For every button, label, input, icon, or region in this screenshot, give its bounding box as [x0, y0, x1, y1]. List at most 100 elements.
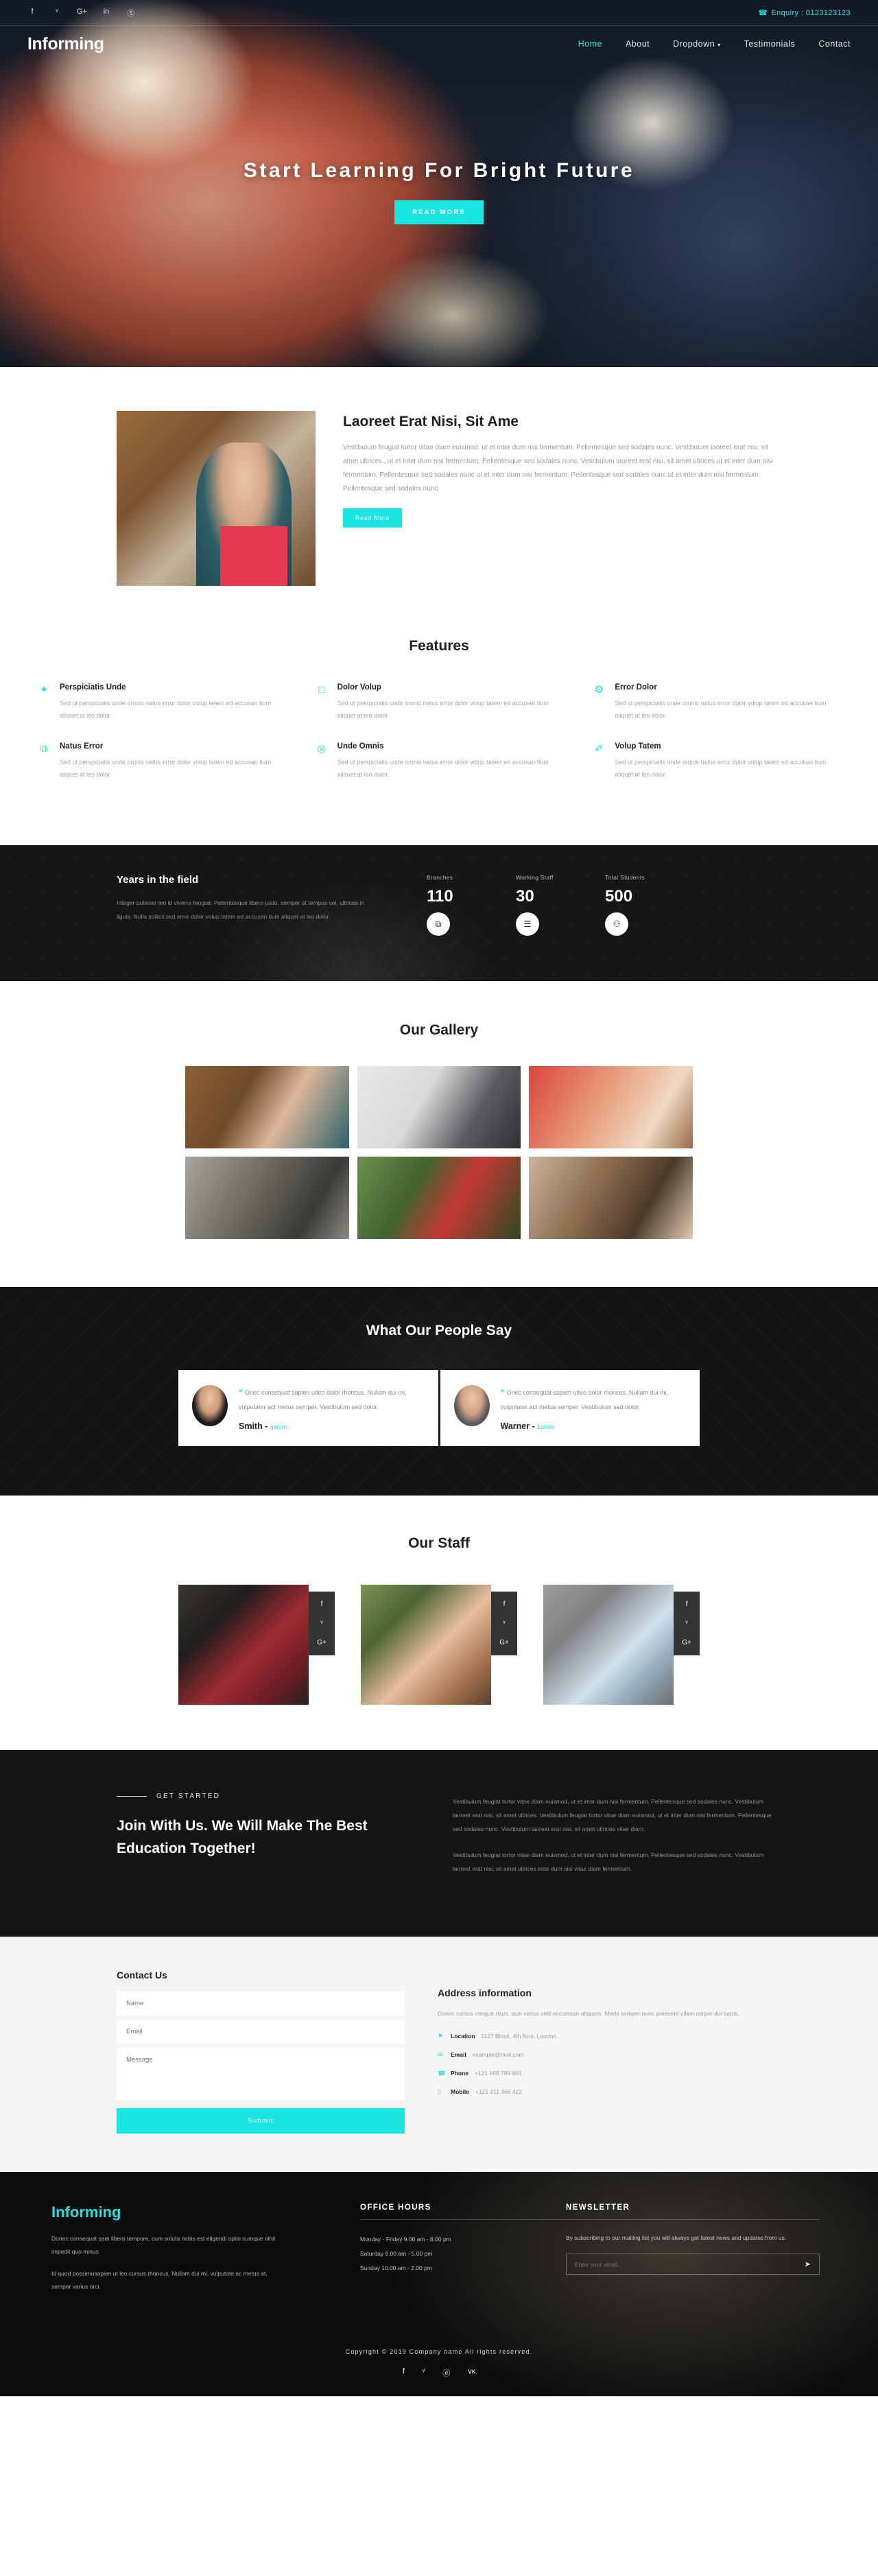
brush-icon: ✐ [595, 743, 604, 755]
address-title: Address information [438, 1987, 532, 1999]
phone-icon: ☎ [438, 2069, 446, 2077]
twitter-icon[interactable]: ᵛ [320, 1620, 322, 1627]
newsletter-send-icon[interactable]: ➤ [805, 2260, 811, 2269]
about-text: Vestibulum feugiat tortor vitae diam eui… [343, 444, 773, 493]
mobile-icon: ▯ [438, 2088, 441, 2095]
feature-item: ⚙ Error Dolor Sed ut perspiciatis unde o… [593, 683, 840, 722]
google-plus-icon[interactable]: G+ [317, 1639, 327, 1646]
gallery-item[interactable] [529, 1157, 693, 1240]
gallery-item[interactable] [529, 1066, 693, 1149]
divider [566, 2219, 820, 2221]
stats-right: Branches 110 ⧉ Working Staff 30 ☰ Total … [412, 874, 782, 936]
address-label: Phone [451, 2069, 468, 2077]
address-value[interactable]: example@mail.com [473, 2051, 524, 2058]
contact-form-block: Contact Us Submit [117, 1970, 405, 2134]
stat-item: Total Students 500 ⚇ [605, 874, 663, 936]
testimonials-title: What Our People Say [366, 1323, 512, 1339]
users-icon: ⚇ [605, 912, 628, 936]
feature-title: Natus Error [60, 742, 104, 751]
email-icon: ✉ [438, 2051, 443, 2058]
twitter-icon[interactable]: ᵛ [685, 1620, 687, 1627]
footer: Informing Donec consequat sam libero tem… [0, 2172, 878, 2396]
office-hours-line: Saturday 9.00 am - 5.00 pm [360, 2249, 433, 2257]
stats-section: Years in the field Integer pulvinar leo … [0, 845, 878, 982]
staff-section: Our Staff f ᵛ G+ f ᵛ G+ f ᵛ G+ [0, 1496, 878, 1750]
testimonial-body: ❝ Onec consequat sapien utleo dolor rhonc… [501, 1385, 687, 1413]
features-section: Features ✦ Perspiciatis Unde Sed ut pers… [0, 626, 878, 845]
google-plus-icon[interactable]: G+ [682, 1639, 691, 1646]
footer-newsletter: NEWSLETTER By subscribing to our mailing… [566, 2203, 820, 2303]
footer-social: f ᵛ ⓓ ᴠᴋ [0, 2367, 878, 2378]
newsletter-title: NEWSLETTER [566, 2203, 630, 2212]
avatar [453, 1385, 490, 1427]
gallery-grid [185, 1066, 693, 1240]
stat-item: Working Staff 30 ☰ [516, 874, 573, 936]
staff-social: f ᵛ G+ [309, 1592, 335, 1656]
feature-text: Sed ut perspiciatis unde omnis natus err… [337, 700, 549, 719]
footer-about-text-2: Id quod possimusapien ut leo cursus rhon… [51, 2270, 268, 2291]
get-started-para-1: Vestibulum feugiat tortor vitae diam eui… [453, 1798, 772, 1833]
facebook-icon[interactable]: f [686, 1600, 688, 1608]
gallery-item[interactable] [357, 1157, 521, 1240]
features-grid: ✦ Perspiciatis Unde Sed ut perspiciatis … [0, 683, 878, 801]
vk-icon[interactable]: ᴠᴋ [468, 2367, 475, 2378]
address-value: +121 568 789 901 [474, 2069, 522, 2077]
newsletter-email-input[interactable] [575, 2260, 799, 2268]
address-label: Email [451, 2051, 466, 2058]
stat-label: Working Staff [516, 874, 554, 882]
twitter-icon[interactable]: ᵛ [503, 1620, 505, 1627]
staff-title: Our Staff [408, 1535, 470, 1552]
feature-title: Volup Tatem [615, 742, 661, 751]
about-read-more-button[interactable]: Read More [343, 508, 402, 528]
address-label: Mobile [451, 2088, 469, 2095]
testimonial-text: Onec consequat sapien utleo dolor rhoncu… [239, 1389, 407, 1410]
address-block: Address information Donec cursus congue … [438, 1970, 782, 2134]
facebook-icon[interactable]: f [403, 2367, 405, 2378]
gallery-title: Our Gallery [399, 1022, 479, 1039]
name-input[interactable] [117, 1992, 405, 2016]
feature-item: □ Dolor Volup Sed ut perspiciatis unde o… [316, 683, 563, 722]
feature-text: Sed ut perspiciatis unde omnis natus err… [60, 700, 272, 719]
footer-logo[interactable]: Informing [51, 2203, 360, 2221]
testimonials-section: What Our People Say ❝ Onec consequat sapi… [0, 1287, 878, 1496]
address-item-email: ✉ Email example@mail.com [438, 2051, 782, 2059]
target-icon: ◎ [317, 743, 327, 755]
newsletter-text: By subscribing to our mailing list you w… [566, 2234, 787, 2242]
feature-title: Error Dolor [615, 683, 657, 692]
address-item-location: ⚑ Location 1127 Block, 4th floor, London… [438, 2033, 782, 2040]
about-title: Laoreet Erat Nisi, Sit Ame [343, 414, 519, 429]
get-started-para-2: Vestibulum feugiat tortor vitae diam eui… [453, 1852, 764, 1873]
staff-card: f ᵛ G+ [361, 1585, 517, 1705]
footer-about-text-1: Donec consequat sam libero tempore, cum … [51, 2235, 276, 2255]
get-started-heading: Join With Us. We Will Make The Best Educ… [117, 1818, 368, 1856]
twitter-icon[interactable]: ᵛ [423, 2367, 425, 2378]
testimonial-body: ❝ Onec consequat sapien utleo dolor rhonc… [239, 1385, 425, 1413]
testimonial-card: ❝ Onec consequat sapien utleo dolor rhonc… [178, 1370, 438, 1447]
get-started-left: GET STARTED Join With Us. We Will Make T… [117, 1793, 412, 1889]
email-input[interactable] [117, 2020, 405, 2044]
testimonial-role: Ipsum [270, 1423, 287, 1431]
gallery-item[interactable] [185, 1066, 349, 1149]
facebook-icon[interactable]: f [503, 1600, 506, 1608]
dribbble-icon[interactable]: ⓓ [442, 2367, 450, 2378]
kicker-rule [117, 1796, 147, 1797]
gallery-item[interactable] [357, 1066, 521, 1149]
feature-title: Dolor Volup [337, 683, 381, 692]
address-value: 1127 Block, 4th floor, London. [481, 2032, 558, 2040]
stat-value: 110 [427, 887, 453, 906]
address-value: +121 211 366 422 [475, 2088, 523, 2095]
gallery-item[interactable] [185, 1157, 349, 1240]
hero-read-more-button[interactable]: READ MORE [394, 200, 484, 224]
testimonial-name: Warner [500, 1421, 530, 1432]
hero-title: Start Learning For Bright Future [243, 159, 635, 182]
feature-text: Sed ut perspiciatis unde omnis natus err… [615, 700, 827, 719]
submit-button[interactable]: Submit [117, 2108, 405, 2134]
footer-bottom: Copyright © 2019 Company name All rights… [0, 2324, 878, 2396]
facebook-icon[interactable]: f [321, 1600, 323, 1608]
address-item-phone: ☎ Phone +121 568 789 901 [438, 2070, 782, 2077]
google-plus-icon[interactable]: G+ [499, 1639, 509, 1646]
contact-title: Contact Us [117, 1970, 167, 1981]
message-input[interactable] [117, 2048, 405, 2101]
stat-value: 30 [516, 887, 534, 906]
stat-item: Branches 110 ⧉ [427, 874, 484, 936]
